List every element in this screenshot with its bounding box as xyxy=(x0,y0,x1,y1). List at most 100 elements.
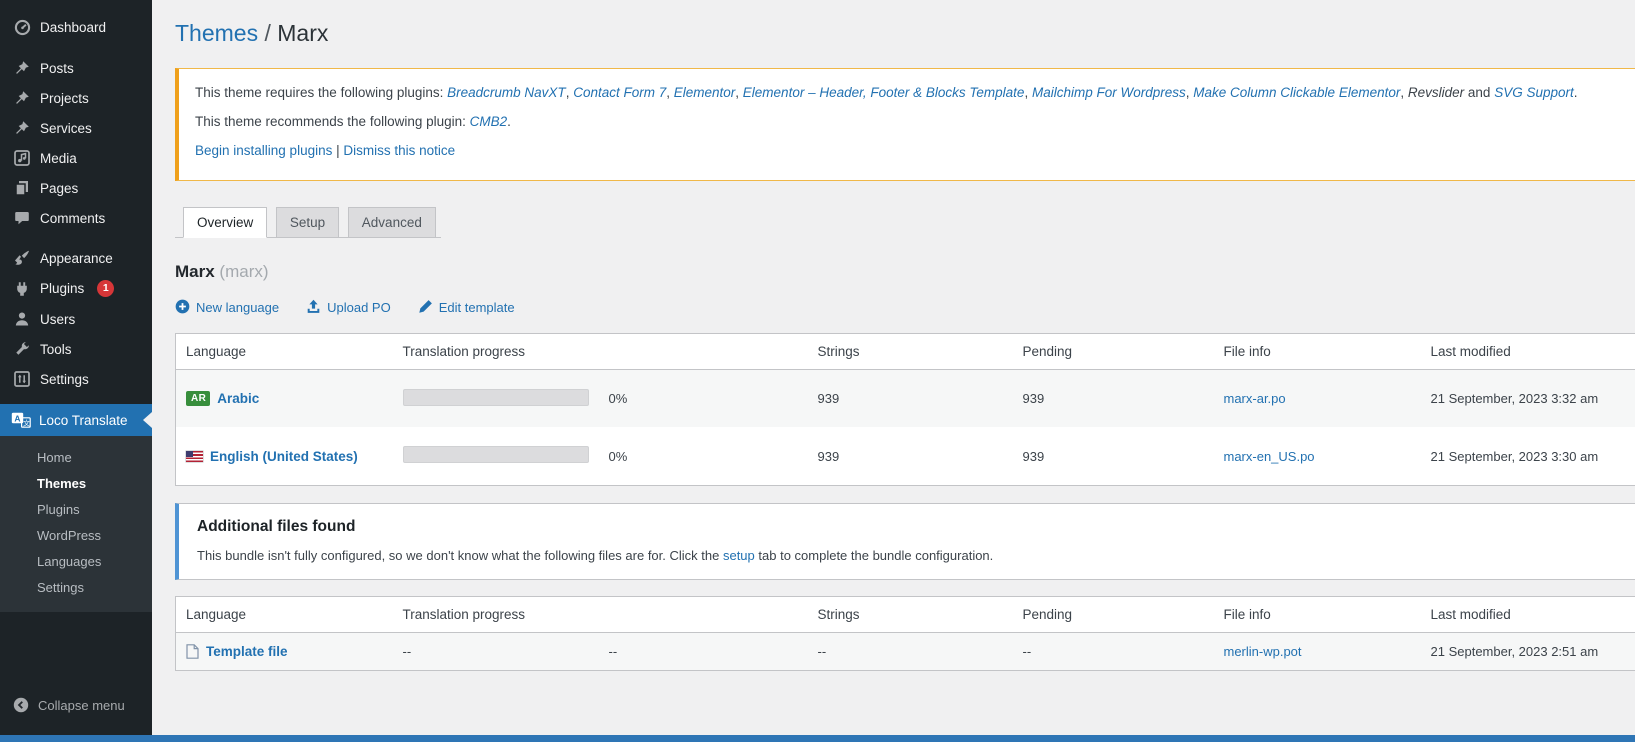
additional-files-notice: Additional files found This bundle isn't… xyxy=(175,503,1635,580)
breadcrumb-separator: / xyxy=(264,20,270,46)
plugin-link-mailchimp[interactable]: Mailchimp For Wordpress xyxy=(1032,85,1186,100)
plugin-link-elementor-header-footer[interactable]: Elementor – Header, Footer & Blocks Temp… xyxy=(743,85,1025,100)
sidebar-item-users[interactable]: Users xyxy=(0,304,152,334)
submenu-item-home[interactable]: Home xyxy=(0,444,152,470)
plugin-link-contact-form-7[interactable]: Contact Form 7 xyxy=(573,85,666,100)
sidebar-item-tools[interactable]: Tools xyxy=(0,334,152,364)
pushpin-icon xyxy=(13,120,31,136)
submenu-item-plugins[interactable]: Plugins xyxy=(0,496,152,522)
bundle-toolbar: New language Upload PO Edit template xyxy=(175,299,1635,317)
sidebar-item-label: Posts xyxy=(40,61,74,76)
sidebar-item-label: Projects xyxy=(40,91,89,106)
pending-count: 939 xyxy=(1013,369,1214,427)
last-modified-date: 21 September, 2023 2:51 am xyxy=(1421,632,1635,670)
po-file-link[interactable]: marx-ar.po xyxy=(1224,391,1286,406)
us-flag-icon xyxy=(186,451,203,462)
tab-advanced[interactable]: Advanced xyxy=(348,207,436,238)
language-link-english-us[interactable]: English (United States) xyxy=(210,449,358,464)
sidebar-item-settings[interactable]: Settings xyxy=(0,364,152,394)
upload-po-label: Upload PO xyxy=(327,300,391,315)
submenu-item-settings[interactable]: Settings xyxy=(0,574,152,600)
sidebar-item-label: Loco Translate xyxy=(39,413,128,428)
submenu-item-themes[interactable]: Themes xyxy=(0,470,152,496)
col-pending: Pending xyxy=(1013,333,1214,369)
language-link-arabic[interactable]: Arabic xyxy=(217,391,259,406)
col-translation-progress: Translation progress xyxy=(393,596,808,632)
sidebar-item-label: Pages xyxy=(40,181,78,196)
template-file-link[interactable]: Template file xyxy=(206,644,288,659)
sidebar-item-label: Services xyxy=(40,121,92,136)
sidebar-item-media[interactable]: Media xyxy=(0,143,152,173)
col-language: Language xyxy=(176,596,393,632)
bundle-slug: (marx) xyxy=(219,262,268,281)
wrench-icon xyxy=(13,341,31,357)
progress-placeholder: -- xyxy=(393,632,599,670)
sidebar-item-posts[interactable]: Posts xyxy=(0,53,152,83)
table-header-row: Language Translation progress Strings Pe… xyxy=(176,596,1635,632)
begin-installing-plugins-link[interactable]: Begin installing plugins xyxy=(195,143,332,158)
plug-icon xyxy=(13,281,31,297)
collapse-menu-label: Collapse menu xyxy=(38,698,125,713)
submenu-item-languages[interactable]: Languages xyxy=(0,548,152,574)
sidebar-item-label: Plugins xyxy=(40,281,84,296)
tab-overview[interactable]: Overview xyxy=(183,207,267,238)
submenu-item-wordpress[interactable]: WordPress xyxy=(0,522,152,548)
bundle-name: Marx xyxy=(175,262,215,281)
col-language: Language xyxy=(176,333,393,369)
pages-icon xyxy=(13,180,31,196)
sidebar-item-appearance[interactable]: Appearance xyxy=(0,243,152,273)
admin-menu: Dashboard Posts Projects Services Media … xyxy=(0,0,152,394)
sidebar-item-loco-translate[interactable]: A文 Loco Translate xyxy=(0,404,152,436)
sidebar-item-dashboard[interactable]: Dashboard xyxy=(0,12,152,43)
edit-template-label: Edit template xyxy=(439,300,515,315)
plus-circle-icon xyxy=(175,299,190,317)
separator: , xyxy=(735,85,743,100)
bundle-title: Marx (marx) xyxy=(175,262,1635,282)
pot-file-link[interactable]: merlin-wp.pot xyxy=(1224,644,1302,659)
plugin-link-breadcrumb-navxt[interactable]: Breadcrumb NavXT xyxy=(447,85,566,100)
col-strings: Strings xyxy=(808,596,1013,632)
sidebar-item-label: Appearance xyxy=(40,251,113,266)
user-icon xyxy=(13,311,31,327)
separator: , xyxy=(1024,85,1032,100)
sidebar-item-pages[interactable]: Pages xyxy=(0,173,152,203)
comments-icon xyxy=(13,210,31,226)
collapse-menu-button[interactable]: Collapse menu xyxy=(0,685,152,735)
table-header-row: Language Translation progress Strings Pe… xyxy=(176,333,1635,369)
taskbar-strip xyxy=(0,735,1635,742)
sidebar-item-label: Dashboard xyxy=(40,20,106,35)
setup-tab-link[interactable]: setup xyxy=(723,548,755,563)
divider: | xyxy=(332,143,343,158)
tab-setup[interactable]: Setup xyxy=(276,207,339,238)
new-language-label: New language xyxy=(196,300,279,315)
sidebar-item-plugins[interactable]: Plugins 1 xyxy=(0,273,152,304)
bundle-tabs: Overview Setup Advanced xyxy=(175,207,441,238)
plugin-link-cmb2[interactable]: CMB2 xyxy=(470,114,508,129)
progress-percent: 0% xyxy=(599,369,808,427)
po-file-link[interactable]: marx-en_US.po xyxy=(1224,449,1315,464)
progress-bar xyxy=(403,446,589,463)
sidebar-item-comments[interactable]: Comments xyxy=(0,203,152,233)
new-language-button[interactable]: New language xyxy=(175,299,279,317)
sidebar-item-projects[interactable]: Projects xyxy=(0,83,152,113)
separator: , xyxy=(1400,85,1408,100)
col-file-info: File info xyxy=(1214,333,1421,369)
admin-sidebar: Dashboard Posts Projects Services Media … xyxy=(0,0,152,735)
strings-placeholder: -- xyxy=(808,632,1013,670)
svg-text:A: A xyxy=(14,413,20,423)
breadcrumb: Themes / Marx xyxy=(175,20,1635,47)
loco-translate-icon: A文 xyxy=(11,412,31,428)
plugin-link-make-column-clickable[interactable]: Make Column Clickable Elementor xyxy=(1193,85,1400,100)
plugin-link-elementor[interactable]: Elementor xyxy=(674,85,736,100)
sidebar-item-services[interactable]: Services xyxy=(0,113,152,143)
breadcrumb-themes-link[interactable]: Themes xyxy=(175,20,258,46)
plugins-update-badge: 1 xyxy=(97,280,114,297)
edit-template-button[interactable]: Edit template xyxy=(418,299,515,317)
settings-sliders-icon xyxy=(13,371,31,387)
dismiss-notice-link[interactable]: Dismiss this notice xyxy=(343,143,455,158)
additional-files-text: This bundle isn't fully configured, so w… xyxy=(197,548,1635,563)
plugin-link-svg-support[interactable]: SVG Support xyxy=(1494,85,1574,100)
period: . xyxy=(1574,85,1578,100)
upload-po-button[interactable]: Upload PO xyxy=(306,299,391,317)
text-after-setup: tab to complete the bundle configuration… xyxy=(755,548,994,563)
